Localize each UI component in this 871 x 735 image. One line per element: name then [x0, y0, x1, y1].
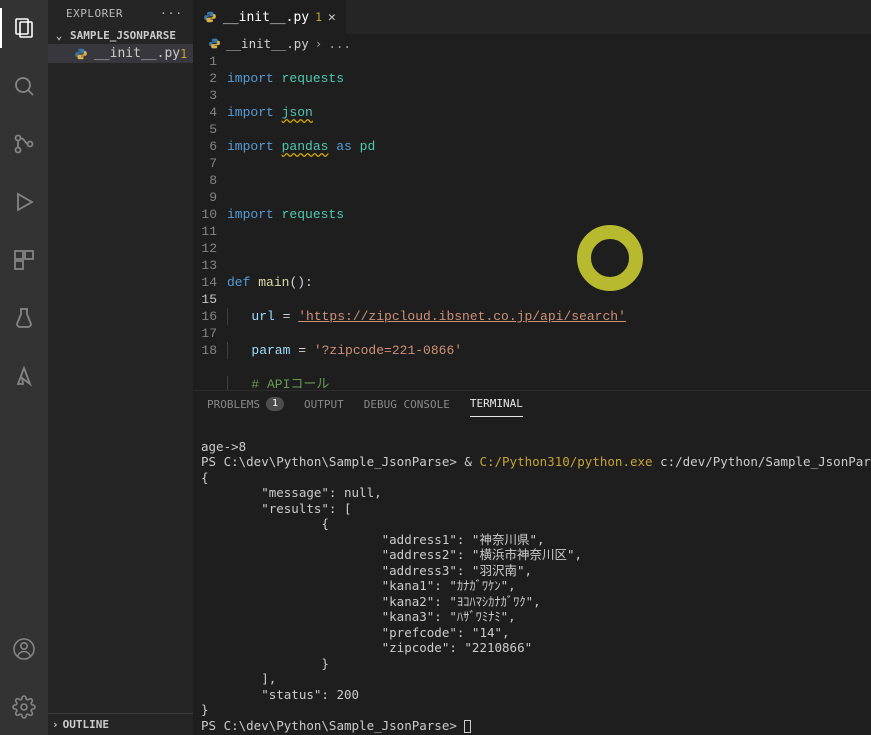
chevron-right-icon: › — [52, 718, 59, 731]
accounts-icon[interactable] — [0, 629, 48, 669]
tab-output[interactable]: OUTPUT — [304, 397, 344, 417]
breadcrumb-file: __init__.py — [226, 36, 309, 51]
tab-problems[interactable]: PROBLEMS 1 — [207, 397, 284, 417]
sidebar: EXPLORER ··· ⌄ SAMPLE_JSONPARSE __init__… — [48, 0, 193, 735]
python-file-icon — [74, 47, 88, 61]
explorer-title: EXPLORER — [66, 7, 123, 20]
terminal-cursor — [464, 720, 471, 733]
folder-name: SAMPLE_JSONPARSE — [70, 29, 176, 42]
extensions-icon[interactable] — [0, 240, 48, 280]
outline-label: OUTLINE — [63, 718, 109, 731]
breadcrumb[interactable]: __init__.py › ... — [193, 34, 871, 53]
python-file-icon — [207, 37, 221, 51]
panel-tabs: PROBLEMS 1 OUTPUT DEBUG CONSOLE TERMINAL — [193, 391, 871, 417]
explorer-more-icon[interactable]: ··· — [160, 7, 183, 20]
folder-section[interactable]: ⌄ SAMPLE_JSONPARSE — [48, 27, 193, 44]
breadcrumb-rest: ... — [328, 36, 351, 51]
problems-count: 1 — [266, 397, 284, 411]
chevron-right-icon: › — [315, 36, 323, 51]
tab-init[interactable]: __init__.py 1 ✕ — [193, 0, 347, 34]
python-file-icon — [203, 10, 217, 24]
activity-bar — [0, 0, 48, 735]
search-icon[interactable] — [0, 66, 48, 106]
run-debug-icon[interactable] — [0, 182, 48, 222]
source-control-icon[interactable] — [0, 124, 48, 164]
tab-debug-console[interactable]: DEBUG CONSOLE — [364, 397, 450, 417]
outline-section[interactable]: › OUTLINE — [48, 714, 193, 735]
tab-label: __init__.py — [223, 10, 309, 25]
settings-gear-icon[interactable] — [0, 687, 48, 727]
code-editor[interactable]: 1 2 3 4 5 6 7 8 9 10 11 12 13 14 15 16 1… — [193, 53, 871, 390]
editor-area: __init__.py 1 ✕ __init__.py › ... 1 2 3 … — [193, 0, 871, 735]
azure-icon[interactable] — [0, 356, 48, 396]
tab-terminal[interactable]: TERMINAL — [470, 397, 523, 417]
bottom-panel: PROBLEMS 1 OUTPUT DEBUG CONSOLE TERMINAL… — [193, 390, 871, 735]
file-item-init[interactable]: __init__.py 1 — [48, 44, 193, 63]
file-name: __init__.py — [94, 46, 180, 61]
testing-icon[interactable] — [0, 298, 48, 338]
file-badge: 1 — [180, 47, 187, 61]
tab-modified-badge: 1 — [315, 10, 322, 24]
close-icon[interactable]: ✕ — [328, 10, 336, 25]
terminal[interactable]: age->8 PS C:\dev\Python\Sample_JsonParse… — [193, 417, 871, 735]
explorer-icon[interactable] — [0, 8, 48, 48]
tab-row: __init__.py 1 ✕ — [193, 0, 871, 34]
line-gutter: 1 2 3 4 5 6 7 8 9 10 11 12 13 14 15 16 1… — [193, 53, 227, 390]
code-body[interactable]: import requests import json import panda… — [227, 53, 871, 390]
explorer-header: EXPLORER ··· — [48, 0, 193, 27]
chevron-down-icon: ⌄ — [52, 29, 66, 42]
